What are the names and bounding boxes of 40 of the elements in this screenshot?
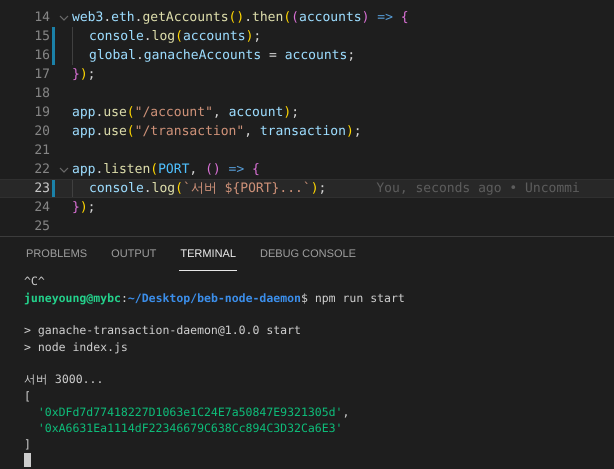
terminal-line: > ganache-transaction-daemon@1.0.0 start [24,323,301,338]
git-change-marker[interactable] [52,27,55,46]
code-line: console.log(accounts); [89,28,262,46]
line-number: 19 [33,104,50,122]
panel-tab[interactable]: TERMINAL [179,237,237,272]
terminal-line: juneyoung@mybc:~/Desktop/beb-node-daemon$ npm run start [24,290,405,305]
terminal-line: ] [24,437,31,452]
code-line: web3.eth.getAccounts().then((accounts) => { [72,8,409,27]
line-number: 25 [33,218,50,236]
fold-chevron-icon[interactable] [59,166,69,172]
panel-tab[interactable]: DEBUG CONSOLE [259,237,357,272]
code-line: global.ganacheAccounts = accounts; [89,46,356,65]
code-line: console.log(`서버 ${PORT}...`); [89,180,326,198]
line-number: 20 [33,122,50,141]
terminal-line: '0xA6631Ea1114dF22346679C638Cc894C3D32Ca6E3' [36,421,342,436]
code-line: app.use("/transaction", transaction); [72,122,362,141]
line-number: 17 [33,66,50,84]
line-number: 15 [33,28,50,46]
fold-chevron-icon[interactable] [59,14,69,20]
panel-tab[interactable]: PROBLEMS [25,237,88,272]
terminal-cursor [24,452,31,467]
code-line: app.use("/account", account); [72,104,300,122]
panel-tab[interactable]: OUTPUT [110,237,158,272]
line-number: 24 [33,198,50,217]
terminal-line: ^C^ [24,274,45,288]
line-number: 21 [33,142,50,160]
line-number: 14 [33,8,50,27]
terminal-line: > node index.js [24,340,128,354]
terminal-line: [ [24,388,31,403]
line-number: 22 [33,160,50,179]
git-change-marker[interactable] [52,46,55,65]
code-line: app.listen(PORT, () => { [72,160,260,179]
terminal-line: '0xDFd7d77418227D1063e1C24E7a50847E9321305d', [36,404,350,419]
terminal-line: 서버 3000... [24,372,104,386]
line-number: 16 [33,46,50,65]
line-number: 18 [33,84,50,103]
code-line: }); [72,66,96,84]
code-line: }); [72,198,96,217]
line-number: 23 [33,180,50,198]
git-change-marker[interactable] [52,180,55,197]
